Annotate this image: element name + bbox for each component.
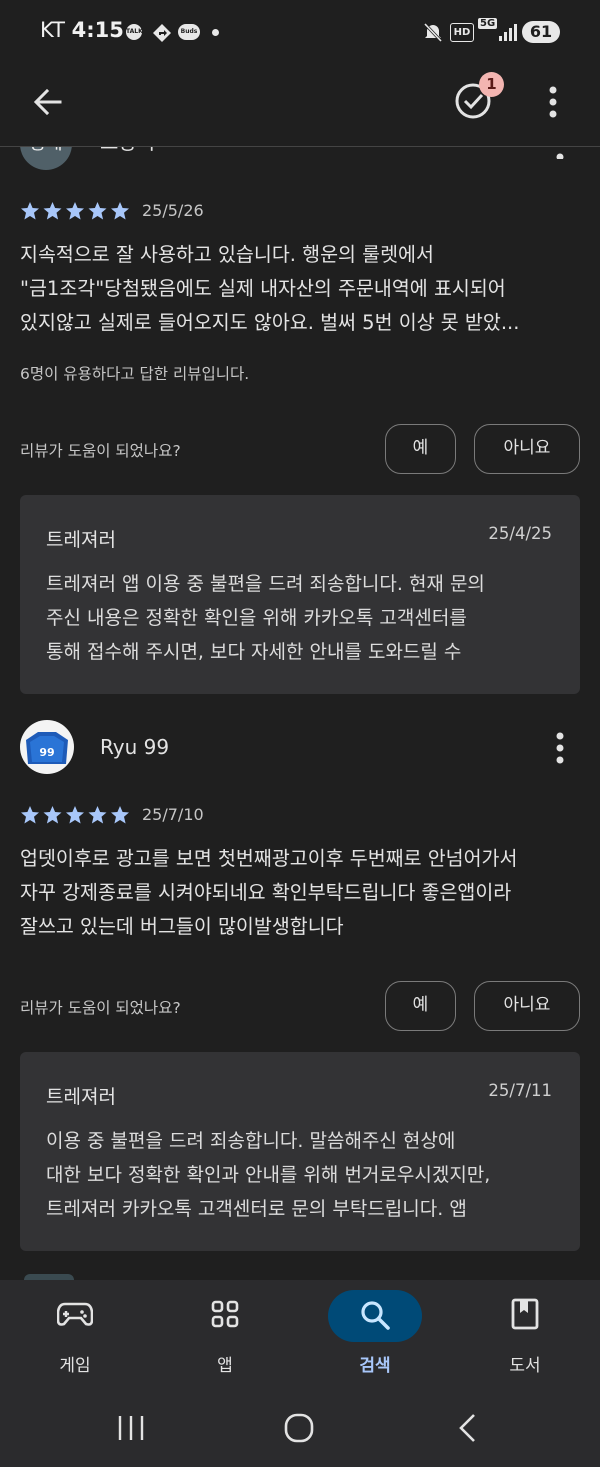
- status-bar: KT 4:15 TALK Buds HD 5G 61: [0, 0, 600, 64]
- star-icon: [21, 202, 39, 220]
- search-icon: [359, 1299, 391, 1335]
- developer-name: 트레져러: [46, 1086, 116, 1108]
- star-rating: [20, 805, 132, 829]
- nav-item-apps[interactable]: 앱: [150, 1280, 300, 1388]
- review-text-line: "금1조각"당첨됐음에도 실제 내자산의 주문내역에 표시되어: [20, 277, 506, 300]
- star-icon: [111, 202, 129, 220]
- developer-name: 트레져러: [46, 529, 116, 551]
- carrier-label: KT: [40, 18, 65, 42]
- review-text-line: 업뎃이후로 광고를 보면 첫번째광고이후 두번째로 안넘어가서: [20, 847, 518, 870]
- book-icon: [511, 1298, 539, 1334]
- nav-label: 검색: [359, 1356, 391, 1376]
- home-icon[interactable]: [284, 1413, 314, 1447]
- buds-icon: Buds: [178, 24, 200, 40]
- avatar: 99: [20, 720, 74, 774]
- system-navigation-bar: [0, 1388, 600, 1467]
- reply-text-line: 대한 보다 정확한 확인과 안내를 위해 번거로우시겠지만,: [46, 1164, 491, 1186]
- review-more-icon[interactable]: [546, 730, 574, 766]
- star-icon: [66, 202, 84, 220]
- helpful-question: 리뷰가 도움이 되었나요?: [20, 999, 181, 1017]
- divider: [0, 146, 600, 147]
- developer-reply: 트레져러 25/7/11 이용 중 불편을 드려 죄송합니다. 말씀해주신 현상…: [20, 1052, 580, 1251]
- talk-icon: TALK: [126, 24, 143, 40]
- review-text-line: 지속적으로 잘 사용하고 있습니다. 행운의 룰렛에서: [20, 243, 434, 266]
- mute-icon: [423, 22, 443, 46]
- navigation-icon: [152, 23, 172, 47]
- developer-reply: 트레져러 25/4/25 트레져러 앱 이용 중 불편을 드려 죄송합니다. 현…: [20, 495, 580, 694]
- star-icon: [21, 806, 39, 824]
- arrow-left-icon[interactable]: [28, 82, 68, 122]
- review-text-line: 잘쓰고 있는데 버그들이 많이발생합니다: [20, 915, 344, 938]
- review-text-line: 자꾸 강제종료를 시켜야되네요 확인부탁드립니다 좋은앱이라: [20, 881, 512, 904]
- back-icon[interactable]: [456, 1412, 478, 1448]
- reply-text-line: 주신 내용은 정확한 확인을 위해 카카오톡 고객센터를: [46, 607, 467, 629]
- yes-button[interactable]: 예: [385, 424, 456, 474]
- reply-text-line: 이용 중 불편을 드려 죄송합니다. 말씀해주신 현상에: [46, 1130, 456, 1152]
- more-vert-icon[interactable]: [538, 82, 568, 122]
- helpful-count: 6명이 유용하다고 답한 리뷰입니다.: [20, 365, 250, 383]
- reply-date: 25/7/11: [488, 1081, 552, 1100]
- review-text-line: 있지않고 실제로 들어오지도 않아요. 벌써 5번 이상 못 받았...: [20, 311, 520, 334]
- reply-text-line: 트레져러 앱 이용 중 불편을 드려 죄송합니다. 현재 문의: [46, 573, 485, 595]
- reply-text-line: 트레져러 카카오톡 고객센터로 문의 부탁드립니다. 앱: [46, 1198, 467, 1220]
- star-icon: [88, 202, 107, 220]
- recents-icon[interactable]: [116, 1414, 146, 1446]
- nav-item-search[interactable]: 검색: [300, 1280, 450, 1388]
- apps-grid-icon: [211, 1300, 239, 1332]
- reviewer-name: Ryu 99: [100, 735, 170, 759]
- clock: 4:15: [71, 18, 124, 42]
- nav-item-books[interactable]: 도서: [450, 1280, 600, 1388]
- notification-dot: [212, 29, 219, 36]
- svg-text:99: 99: [39, 746, 54, 759]
- nav-label: 도서: [509, 1356, 541, 1376]
- review-text: 지속적으로 잘 사용하고 있습니다. 행운의 룰렛에서 "금1조각"당첨됐음에도…: [20, 238, 585, 340]
- star-icon: [66, 806, 84, 824]
- nav-item-games[interactable]: 게임: [0, 1280, 150, 1388]
- 5g-icon: 5G: [478, 18, 498, 29]
- status-time: KT 4:15: [40, 18, 124, 42]
- app-bar: [0, 64, 600, 138]
- reply-text: 트레져러 앱 이용 중 불편을 드려 죄송합니다. 현재 문의 주신 내용은 정…: [46, 567, 566, 669]
- notification-badge: 1: [479, 72, 504, 97]
- signal-icon: [498, 22, 518, 46]
- star-icon: [111, 806, 129, 824]
- nav-label: 앱: [217, 1356, 233, 1376]
- star-icon: [88, 806, 107, 824]
- reply-date: 25/4/25: [488, 524, 552, 543]
- battery-indicator: 61: [522, 21, 560, 43]
- review-date: 25/7/10: [142, 805, 204, 824]
- nav-label: 게임: [59, 1356, 91, 1376]
- review-date: 25/5/26: [142, 201, 204, 220]
- no-button[interactable]: 아니요: [474, 424, 580, 474]
- reply-text: 이용 중 불편을 드려 죄송합니다. 말씀해주신 현상에 대한 보다 정확한 확…: [46, 1124, 576, 1226]
- star-icon: [43, 806, 62, 824]
- gamepad-icon: [56, 1300, 94, 1332]
- review-more-icon[interactable]: [546, 147, 574, 159]
- hd-icon: HD: [450, 23, 474, 42]
- reply-text-line: 통해 접수해 주시면, 보다 자세한 안내를 도와드릴 수: [46, 641, 462, 663]
- review-text: 업뎃이후로 광고를 보면 첫번째광고이후 두번째로 안넘어가서 자꾸 강제종료를…: [20, 842, 585, 944]
- yes-button[interactable]: 예: [385, 981, 456, 1031]
- star-rating: [20, 201, 132, 225]
- no-button[interactable]: 아니요: [474, 981, 580, 1031]
- star-icon: [43, 202, 62, 220]
- helpful-question: 리뷰가 도움이 되었나요?: [20, 442, 181, 460]
